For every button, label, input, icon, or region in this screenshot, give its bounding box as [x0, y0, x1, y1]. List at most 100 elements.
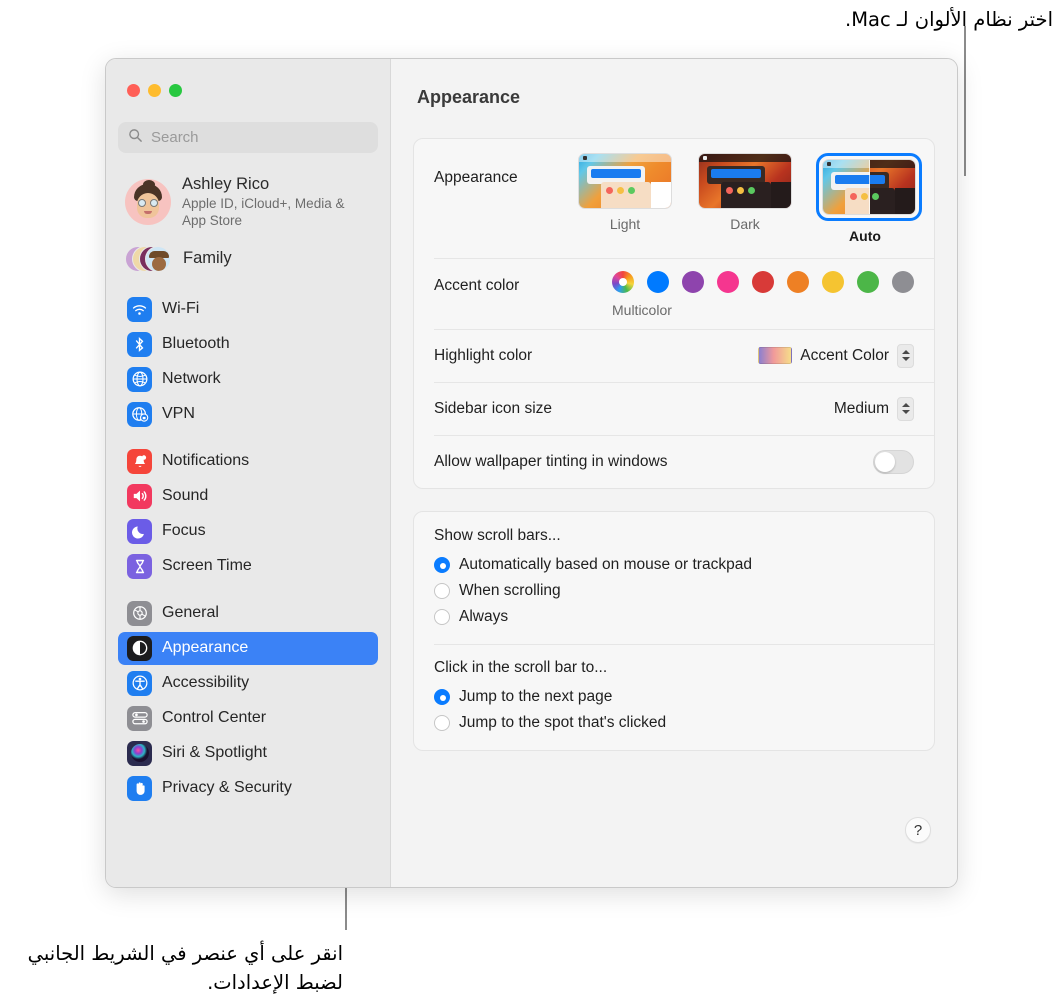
sidebar-item-privacy-security[interactable]: Privacy & Security	[118, 772, 378, 805]
sidebar-group-2: General Appearance Accessibility Control Ce…	[115, 597, 381, 805]
hourglass-icon	[127, 553, 152, 579]
wallpaper-tinting-toggle[interactable]	[873, 449, 914, 474]
bell-icon	[127, 448, 152, 474]
theme-thumbnail	[578, 153, 672, 209]
control-center-icon	[127, 705, 152, 731]
sidebar-group-0: Wi-Fi Bluetooth Network VPN	[115, 293, 381, 431]
accent-swatch-6[interactable]	[822, 271, 844, 293]
scroll-click-option-1[interactable]: Jump to the spot that's clicked	[434, 710, 914, 736]
sidebar-item-accessibility[interactable]: Accessibility	[118, 667, 378, 700]
radio-label: Automatically based on mouse or trackpad	[459, 556, 752, 573]
system-settings-window: Ashley Rico Apple ID, iCloud+, Media & A…	[105, 58, 958, 888]
sidebar: Ashley Rico Apple ID, iCloud+, Media & A…	[106, 59, 391, 887]
sidebar-icon-size-popup[interactable]: Medium	[834, 396, 914, 421]
highlight-color-value: Accent Color	[800, 346, 889, 364]
vpn-globe-icon	[127, 401, 152, 427]
chevron-updown-icon[interactable]	[897, 343, 914, 368]
radio-button[interactable]	[434, 715, 450, 731]
appearance-icon	[127, 635, 152, 661]
scroll-settings-card: Show scroll bars... Automatically based …	[413, 511, 935, 751]
sidebar-item-label: Wi-Fi	[162, 300, 200, 318]
sidebar-item-appearance[interactable]: Appearance	[118, 631, 378, 665]
annotation-bottom: انقر على أي عنصر في الشريط الجانبي لضبط …	[27, 942, 343, 994]
search-icon	[128, 128, 143, 148]
accent-swatch-3[interactable]	[717, 271, 739, 293]
scroll-click-heading: Click in the scroll bar to...	[434, 659, 608, 676]
theme-thumbnail	[698, 153, 792, 209]
theme-option-dark[interactable]: Dark	[696, 153, 794, 244]
family-avatars-icon	[125, 244, 171, 274]
radio-label: Always	[459, 608, 509, 625]
theme-option-light[interactable]: Light	[576, 153, 674, 244]
zoom-button[interactable]	[169, 84, 182, 97]
theme-options: Light Dark Auto	[576, 153, 922, 244]
radio-button[interactable]	[434, 583, 450, 599]
account-row[interactable]: Ashley Rico Apple ID, iCloud+, Media & A…	[118, 169, 378, 235]
show-scroll-bars-option-2[interactable]: Always	[434, 604, 914, 630]
accent-swatch-0[interactable]	[612, 271, 634, 293]
radio-button[interactable]	[434, 557, 450, 573]
accent-swatch-2[interactable]	[682, 271, 704, 293]
sidebar-item-label: Privacy & Security	[162, 779, 292, 797]
sidebar-item-label: Bluetooth	[162, 335, 230, 353]
wallpaper-tinting-label: Allow wallpaper tinting in windows	[434, 452, 668, 470]
bluetooth-icon	[127, 331, 152, 357]
annotation-top: اختر نظام الألوان لـ Mac.	[845, 8, 1053, 31]
highlight-color-label: Highlight color	[434, 346, 533, 364]
wallpaper-tinting-row: Allow wallpaper tinting in windows	[414, 435, 934, 488]
highlight-color-popup[interactable]: Accent Color	[758, 343, 914, 368]
globe-icon	[127, 366, 152, 392]
sidebar-item-general[interactable]: General	[118, 597, 378, 630]
highlight-color-chip	[758, 347, 793, 364]
accent-color-label: Accent color	[434, 277, 520, 294]
accent-swatch-4[interactable]	[752, 271, 774, 293]
sidebar-icon-size-row: Sidebar icon size Medium	[414, 382, 934, 435]
accent-swatch-8[interactable]	[892, 271, 914, 293]
leader-line-top	[964, 26, 966, 176]
sidebar-item-label: General	[162, 604, 219, 622]
appearance-label: Appearance	[434, 169, 518, 186]
help-button[interactable]: ?	[905, 817, 931, 843]
sidebar-item-label: Screen Time	[162, 557, 252, 575]
family-row[interactable]: Family	[118, 239, 378, 279]
sidebar-item-siri-spotlight[interactable]: Siri & Spotlight	[118, 737, 378, 770]
highlight-color-row: Highlight color Accent Color	[414, 329, 934, 382]
accessibility-icon	[127, 670, 152, 696]
search-input[interactable]	[151, 129, 368, 146]
accent-swatch-7[interactable]	[857, 271, 879, 293]
scroll-click-options: Jump to the next page Jump to the spot t…	[434, 684, 914, 736]
sidebar-item-network[interactable]: Network	[118, 363, 378, 396]
sidebar-item-bluetooth[interactable]: Bluetooth	[118, 328, 378, 361]
account-name: Ashley Rico	[182, 175, 270, 193]
show-scroll-bars-section: Show scroll bars... Automatically based …	[414, 512, 934, 644]
accent-swatch-5[interactable]	[787, 271, 809, 293]
show-scroll-bars-heading: Show scroll bars...	[434, 527, 561, 544]
sidebar-item-label: Control Center	[162, 709, 267, 727]
sidebar-item-control-center[interactable]: Control Center	[118, 702, 378, 735]
sidebar-item-vpn[interactable]: VPN	[118, 398, 378, 431]
sidebar-item-notifications[interactable]: Notifications	[118, 445, 378, 478]
hand-icon	[127, 775, 152, 801]
theme-option-auto[interactable]: Auto	[816, 153, 922, 244]
minimize-button[interactable]	[148, 84, 161, 97]
scroll-click-section: Click in the scroll bar to... Jump to th…	[414, 644, 934, 750]
sidebar-item-wi-fi[interactable]: Wi-Fi	[118, 293, 378, 326]
accent-caption: Multicolor	[612, 302, 672, 318]
close-button[interactable]	[127, 84, 140, 97]
speaker-icon	[127, 483, 152, 509]
search-field[interactable]	[118, 122, 378, 153]
scroll-click-option-0[interactable]: Jump to the next page	[434, 684, 914, 710]
page-title: Appearance	[417, 87, 521, 107]
sidebar-item-sound[interactable]: Sound	[118, 480, 378, 513]
theme-thumbnail	[822, 159, 916, 215]
radio-button[interactable]	[434, 609, 450, 625]
sidebar-item-screen-time[interactable]: Screen Time	[118, 550, 378, 583]
appearance-settings-card: Appearance Light Dark Auto Accent color …	[413, 138, 935, 489]
chevron-updown-icon[interactable]	[897, 396, 914, 421]
radio-label: Jump to the next page	[459, 688, 613, 705]
accent-swatch-1[interactable]	[647, 271, 669, 293]
sidebar-item-focus[interactable]: Focus	[118, 515, 378, 548]
show-scroll-bars-option-1[interactable]: When scrolling	[434, 578, 914, 604]
show-scroll-bars-option-0[interactable]: Automatically based on mouse or trackpad	[434, 552, 914, 578]
radio-button[interactable]	[434, 689, 450, 705]
